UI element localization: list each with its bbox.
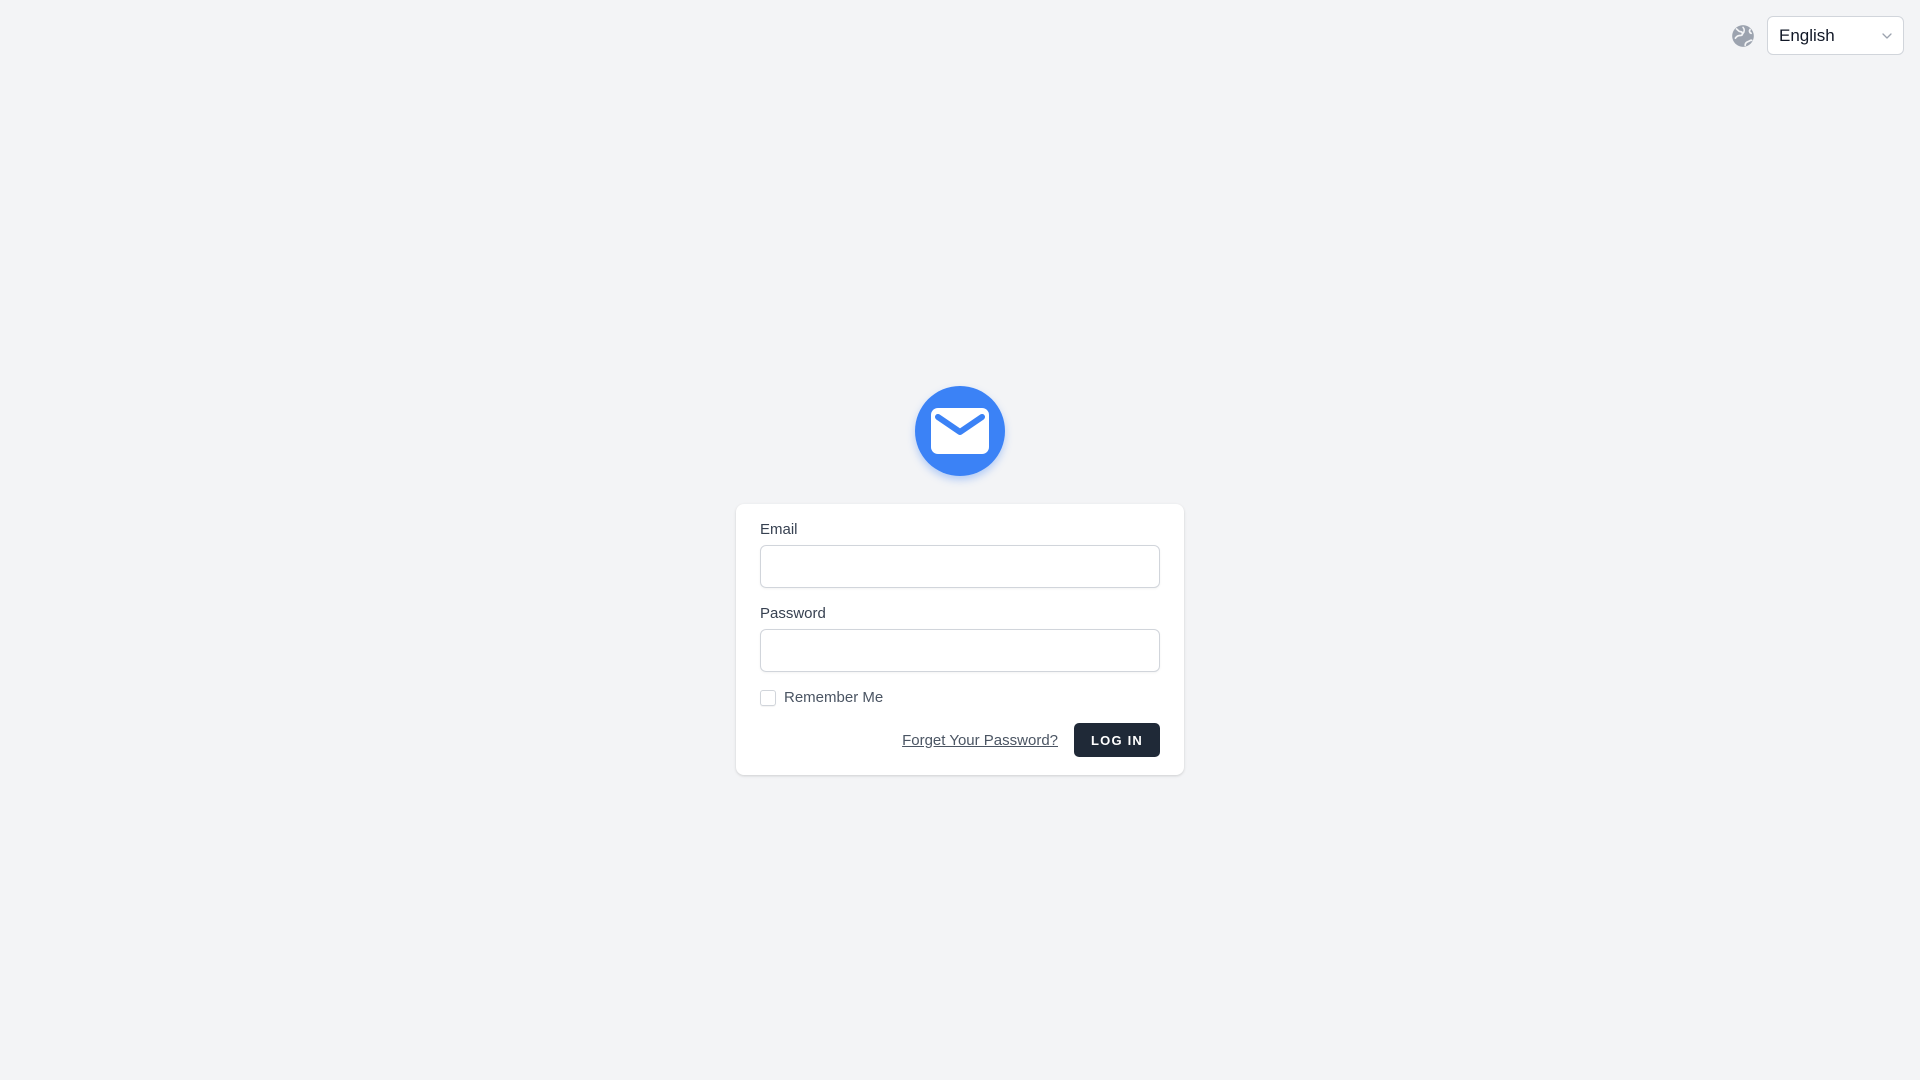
form-actions: Forget Your Password? LOG IN (760, 723, 1160, 757)
email-input[interactable] (760, 545, 1160, 588)
login-card: Email Password Remember Me Forget Your P… (736, 504, 1184, 775)
remember-me-label[interactable]: Remember Me (784, 689, 883, 706)
language-select-value: English (1779, 25, 1835, 45)
remember-me-checkbox[interactable] (760, 689, 776, 706)
password-label: Password (760, 605, 826, 622)
email-field-group: Email (760, 521, 1160, 588)
language-select[interactable]: English (1767, 16, 1904, 55)
top-bar: English (1729, 16, 1904, 55)
forgot-password-link[interactable]: Forget Your Password? (902, 732, 1058, 749)
login-container: Email Password Remember Me Forget Your P… (0, 386, 1920, 775)
globe-icon (1729, 22, 1757, 50)
remember-me: Remember Me (760, 689, 1160, 706)
email-label: Email (760, 521, 798, 538)
password-field-group: Password (760, 605, 1160, 672)
login-button[interactable]: LOG IN (1074, 723, 1160, 757)
password-input[interactable] (760, 629, 1160, 672)
chevron-down-icon (1882, 32, 1892, 39)
envelope-icon (915, 386, 1005, 476)
